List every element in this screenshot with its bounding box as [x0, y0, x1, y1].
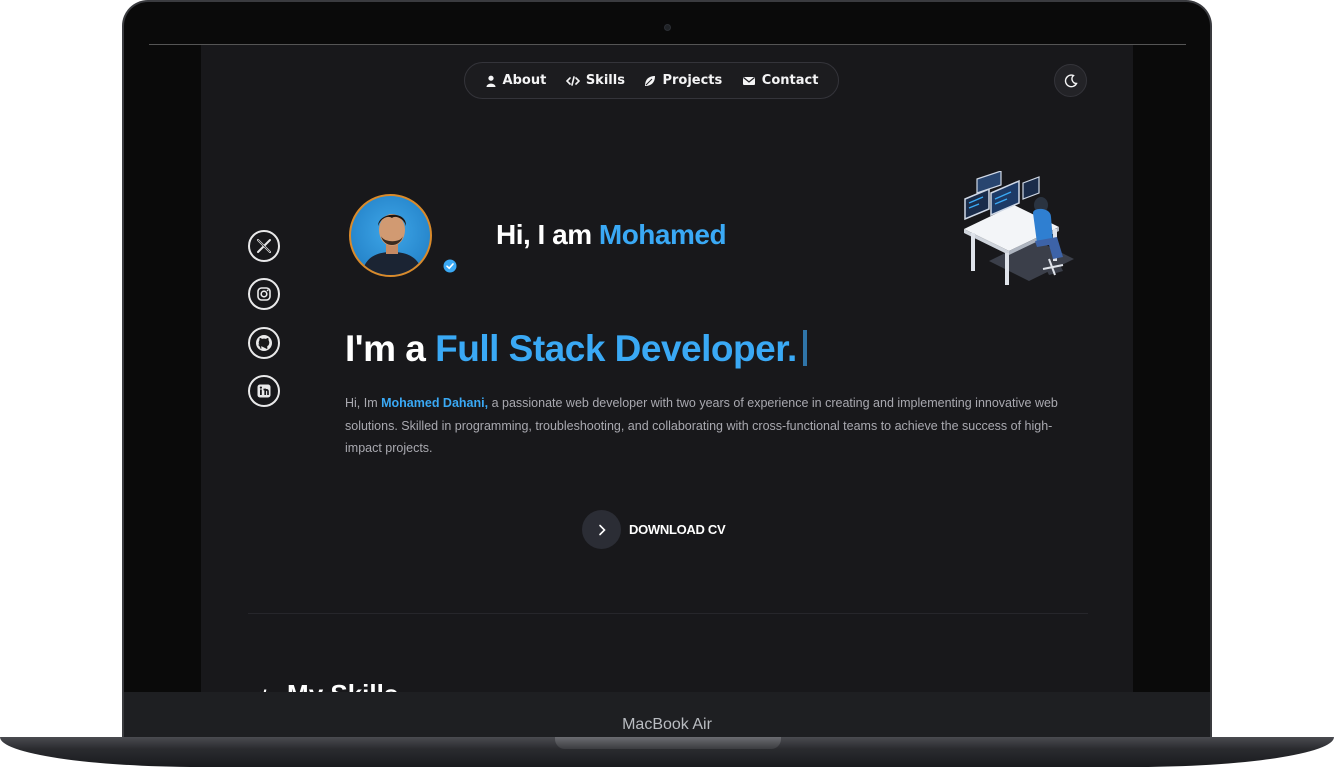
device-label: MacBook Air [622, 716, 712, 733]
code-icon [565, 75, 580, 86]
theme-toggle-button[interactable] [1054, 64, 1087, 97]
nav-projects-label: Projects [662, 73, 723, 88]
instagram-link[interactable] [248, 278, 280, 310]
developer-desk-illustration [964, 171, 1074, 285]
greeting-heading: Hi, I am Mohamed [496, 219, 727, 251]
portfolio-screen: About Skills Projects Contact Hi, I am M… [201, 45, 1133, 692]
instagram-icon [257, 287, 271, 301]
nav-projects[interactable]: Projects [644, 73, 722, 88]
bio-prefix: Hi, Im [345, 396, 378, 410]
cv-icon-circle [582, 510, 621, 549]
github-icon [256, 335, 272, 351]
x-twitter-link[interactable] [248, 230, 280, 262]
nav-about[interactable]: About [485, 73, 547, 88]
nav-contact[interactable]: Contact [742, 73, 819, 88]
linkedin-link[interactable] [248, 375, 280, 407]
envelope-icon [742, 76, 755, 85]
x-twitter-icon [257, 239, 271, 253]
headline-role: Full Stack Developer. [435, 328, 797, 369]
leaf-icon [645, 75, 656, 86]
cv-label: DOWNLOAD CV [629, 522, 726, 537]
greeting-prefix: Hi, I am [496, 219, 592, 250]
chevron-right-icon [598, 524, 606, 535]
profile-photo [361, 214, 424, 275]
laptop-hinge-notch [555, 737, 781, 749]
nav-about-label: About [502, 73, 547, 88]
nav-skills[interactable]: Skills [565, 73, 625, 88]
greeting-name: Mohamed [598, 219, 727, 250]
moon-icon [1064, 73, 1078, 87]
section-divider [248, 613, 1088, 614]
nav-skills-label: Skills [585, 73, 625, 88]
download-cv-button[interactable]: DOWNLOAD CV [582, 510, 726, 549]
nav-contact-label: Contact [761, 73, 819, 88]
avatar [349, 194, 432, 277]
main-nav: About Skills Projects Contact [464, 62, 839, 99]
user-icon [486, 75, 496, 87]
skills-section-title: </>My Skills [251, 679, 398, 692]
role-headline: I'm a Full Stack Developer. [345, 328, 807, 370]
skills-title-text: My Skills [287, 679, 398, 692]
bio-name: Mohamed Dahani, [381, 396, 489, 410]
github-link[interactable] [248, 327, 280, 359]
bio-paragraph: Hi, Im Mohamed Dahani, a passionate web … [345, 392, 1081, 460]
verified-badge-icon [443, 259, 457, 273]
linkedin-icon [257, 384, 271, 398]
typing-cursor [802, 330, 807, 366]
headline-prefix: I'm a [345, 328, 426, 369]
camera-icon [664, 24, 671, 31]
